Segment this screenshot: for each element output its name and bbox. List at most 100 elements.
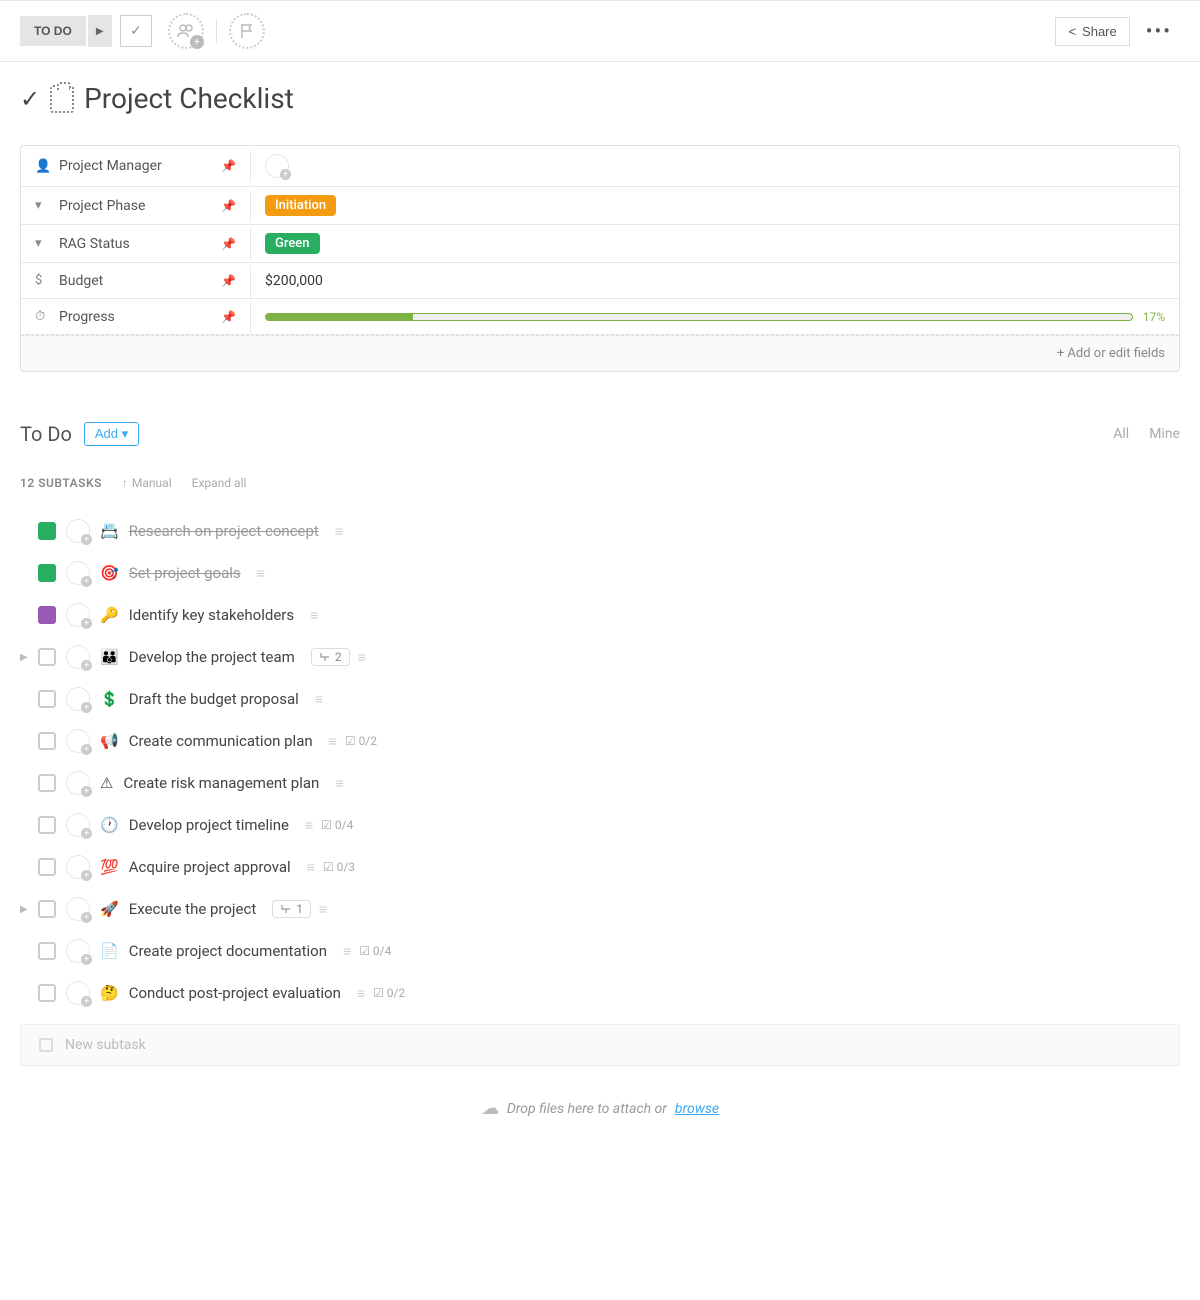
field-value-rag-status[interactable]: Green bbox=[251, 225, 1179, 262]
assignees-icon[interactable]: + bbox=[168, 13, 204, 49]
task-row[interactable]: 📇Research on project concept≡ bbox=[20, 510, 1180, 552]
sort-button[interactable]: ↑ Manual bbox=[122, 476, 172, 490]
task-title[interactable]: Create risk management plan bbox=[123, 774, 319, 792]
task-row[interactable]: ▶👪Develop the project team2≡ bbox=[20, 636, 1180, 678]
add-subtask-button[interactable]: Add ▾ bbox=[84, 422, 139, 446]
task-row[interactable]: 📢Create communication plan≡☑ 0/2 bbox=[20, 720, 1180, 762]
task-title[interactable]: Develop the project team bbox=[129, 648, 295, 666]
expand-all-button[interactable]: Expand all bbox=[192, 476, 247, 490]
description-icon[interactable]: ≡ bbox=[343, 943, 351, 960]
task-assignee-icon[interactable] bbox=[66, 813, 90, 837]
pin-icon[interactable]: 📌 bbox=[221, 310, 236, 324]
task-title[interactable]: Create communication plan bbox=[129, 732, 313, 750]
checklist-count[interactable]: ☑ 0/3 bbox=[323, 860, 355, 874]
description-icon[interactable]: ≡ bbox=[358, 649, 366, 666]
empty-assignee-icon[interactable] bbox=[265, 154, 289, 178]
description-icon[interactable]: ≡ bbox=[307, 859, 315, 876]
field-value-project-manager[interactable] bbox=[251, 146, 1179, 186]
task-assignee-icon[interactable] bbox=[66, 771, 90, 795]
task-status-box[interactable] bbox=[38, 774, 56, 792]
pin-icon[interactable]: 📌 bbox=[221, 274, 236, 288]
expand-caret-icon[interactable]: ▶ bbox=[20, 652, 28, 663]
filter-all[interactable]: All bbox=[1113, 426, 1129, 442]
task-row[interactable]: 📄Create project documentation≡☑ 0/4 bbox=[20, 930, 1180, 972]
task-assignee-icon[interactable] bbox=[66, 981, 90, 1005]
page-title[interactable]: Project Checklist bbox=[84, 82, 294, 115]
description-icon[interactable]: ≡ bbox=[335, 775, 343, 792]
description-icon[interactable]: ≡ bbox=[335, 523, 343, 540]
task-title[interactable]: Create project documentation bbox=[129, 942, 327, 960]
checklist-count[interactable]: ☑ 0/2 bbox=[345, 734, 377, 748]
field-label-project-manager[interactable]: 👤 Project Manager 📌 bbox=[21, 150, 251, 182]
task-assignee-icon[interactable] bbox=[66, 645, 90, 669]
share-button[interactable]: < Share bbox=[1055, 17, 1129, 46]
status-dropdown-caret[interactable]: ▶ bbox=[88, 15, 112, 47]
progress-bar[interactable] bbox=[265, 313, 1133, 321]
checklist-count[interactable]: ☑ 0/2 bbox=[373, 986, 405, 1000]
field-label-progress[interactable]: ⏱ Progress 📌 bbox=[21, 301, 251, 333]
task-assignee-icon[interactable] bbox=[66, 897, 90, 921]
task-assignee-icon[interactable] bbox=[66, 561, 90, 585]
attachment-dropzone[interactable]: ☁ Drop files here to attach or browse bbox=[20, 1078, 1180, 1139]
browse-link[interactable]: browse bbox=[675, 1101, 719, 1117]
task-status-box[interactable] bbox=[38, 900, 56, 918]
description-icon[interactable]: ≡ bbox=[305, 817, 313, 834]
add-edit-fields-button[interactable]: + Add or edit fields bbox=[21, 335, 1179, 371]
description-icon[interactable]: ≡ bbox=[357, 985, 365, 1002]
filter-mine[interactable]: Mine bbox=[1149, 426, 1180, 442]
field-label-budget[interactable]: $ Budget 📌 bbox=[21, 265, 251, 297]
task-title[interactable]: Research on project concept bbox=[129, 522, 319, 540]
description-icon[interactable]: ≡ bbox=[315, 691, 323, 708]
task-assignee-icon[interactable] bbox=[66, 855, 90, 879]
task-title[interactable]: Identify key stakeholders bbox=[129, 606, 294, 624]
task-status-box[interactable] bbox=[38, 984, 56, 1002]
task-row[interactable]: 💲Draft the budget proposal≡ bbox=[20, 678, 1180, 720]
task-status-box[interactable] bbox=[38, 732, 56, 750]
task-status-box[interactable] bbox=[38, 816, 56, 834]
task-assignee-icon[interactable] bbox=[66, 687, 90, 711]
task-status-box[interactable] bbox=[38, 564, 56, 582]
task-row[interactable]: 🕐Develop project timeline≡☑ 0/4 bbox=[20, 804, 1180, 846]
task-title[interactable]: Develop project timeline bbox=[129, 816, 289, 834]
task-title[interactable]: Draft the budget proposal bbox=[129, 690, 299, 708]
field-value-project-phase[interactable]: Initiation bbox=[251, 187, 1179, 224]
field-label-project-phase[interactable]: ▾ Project Phase 📌 bbox=[21, 190, 251, 222]
task-status-box[interactable] bbox=[38, 522, 56, 540]
subtask-count-badge[interactable]: 2 bbox=[311, 648, 350, 666]
task-row[interactable]: ⚠Create risk management plan≡ bbox=[20, 762, 1180, 804]
checklist-count[interactable]: ☑ 0/4 bbox=[321, 818, 353, 832]
task-status-box[interactable] bbox=[38, 942, 56, 960]
field-label-rag-status[interactable]: ▾ RAG Status 📌 bbox=[21, 228, 251, 260]
new-subtask-input[interactable]: New subtask bbox=[20, 1024, 1180, 1066]
field-value-progress[interactable]: 17% bbox=[251, 302, 1179, 332]
description-icon[interactable]: ≡ bbox=[319, 901, 327, 918]
task-status-box[interactable] bbox=[38, 606, 56, 624]
task-status-box[interactable] bbox=[38, 648, 56, 666]
checklist-count[interactable]: ☑ 0/4 bbox=[359, 944, 391, 958]
task-status-box[interactable] bbox=[38, 690, 56, 708]
task-title[interactable]: Conduct post-project evaluation bbox=[129, 984, 341, 1002]
task-status-box[interactable] bbox=[38, 858, 56, 876]
task-row[interactable]: 🔑Identify key stakeholders≡ bbox=[20, 594, 1180, 636]
task-title[interactable]: Set project goals bbox=[129, 564, 241, 582]
task-title[interactable]: Acquire project approval bbox=[129, 858, 291, 876]
subtask-count-badge[interactable]: 1 bbox=[272, 900, 311, 918]
task-assignee-icon[interactable] bbox=[66, 519, 90, 543]
task-title[interactable]: Execute the project bbox=[129, 900, 257, 918]
task-row[interactable]: 🎯Set project goals≡ bbox=[20, 552, 1180, 594]
field-value-budget[interactable]: $200,000 bbox=[251, 265, 1179, 297]
description-icon[interactable]: ≡ bbox=[329, 733, 337, 750]
description-icon[interactable]: ≡ bbox=[257, 565, 265, 582]
task-row[interactable]: ▶🚀Execute the project1≡ bbox=[20, 888, 1180, 930]
priority-flag-icon[interactable] bbox=[229, 13, 265, 49]
pin-icon[interactable]: 📌 bbox=[221, 159, 236, 173]
task-assignee-icon[interactable] bbox=[66, 729, 90, 753]
pin-icon[interactable]: 📌 bbox=[221, 237, 236, 251]
task-assignee-icon[interactable] bbox=[66, 939, 90, 963]
task-row[interactable]: 💯Acquire project approval≡☑ 0/3 bbox=[20, 846, 1180, 888]
mark-complete-button[interactable]: ✓ bbox=[120, 15, 152, 47]
status-button[interactable]: TO DO bbox=[20, 16, 86, 46]
task-row[interactable]: 🤔Conduct post-project evaluation≡☑ 0/2 bbox=[20, 972, 1180, 1014]
pin-icon[interactable]: 📌 bbox=[221, 199, 236, 213]
more-menu-icon[interactable]: ••• bbox=[1138, 19, 1180, 43]
